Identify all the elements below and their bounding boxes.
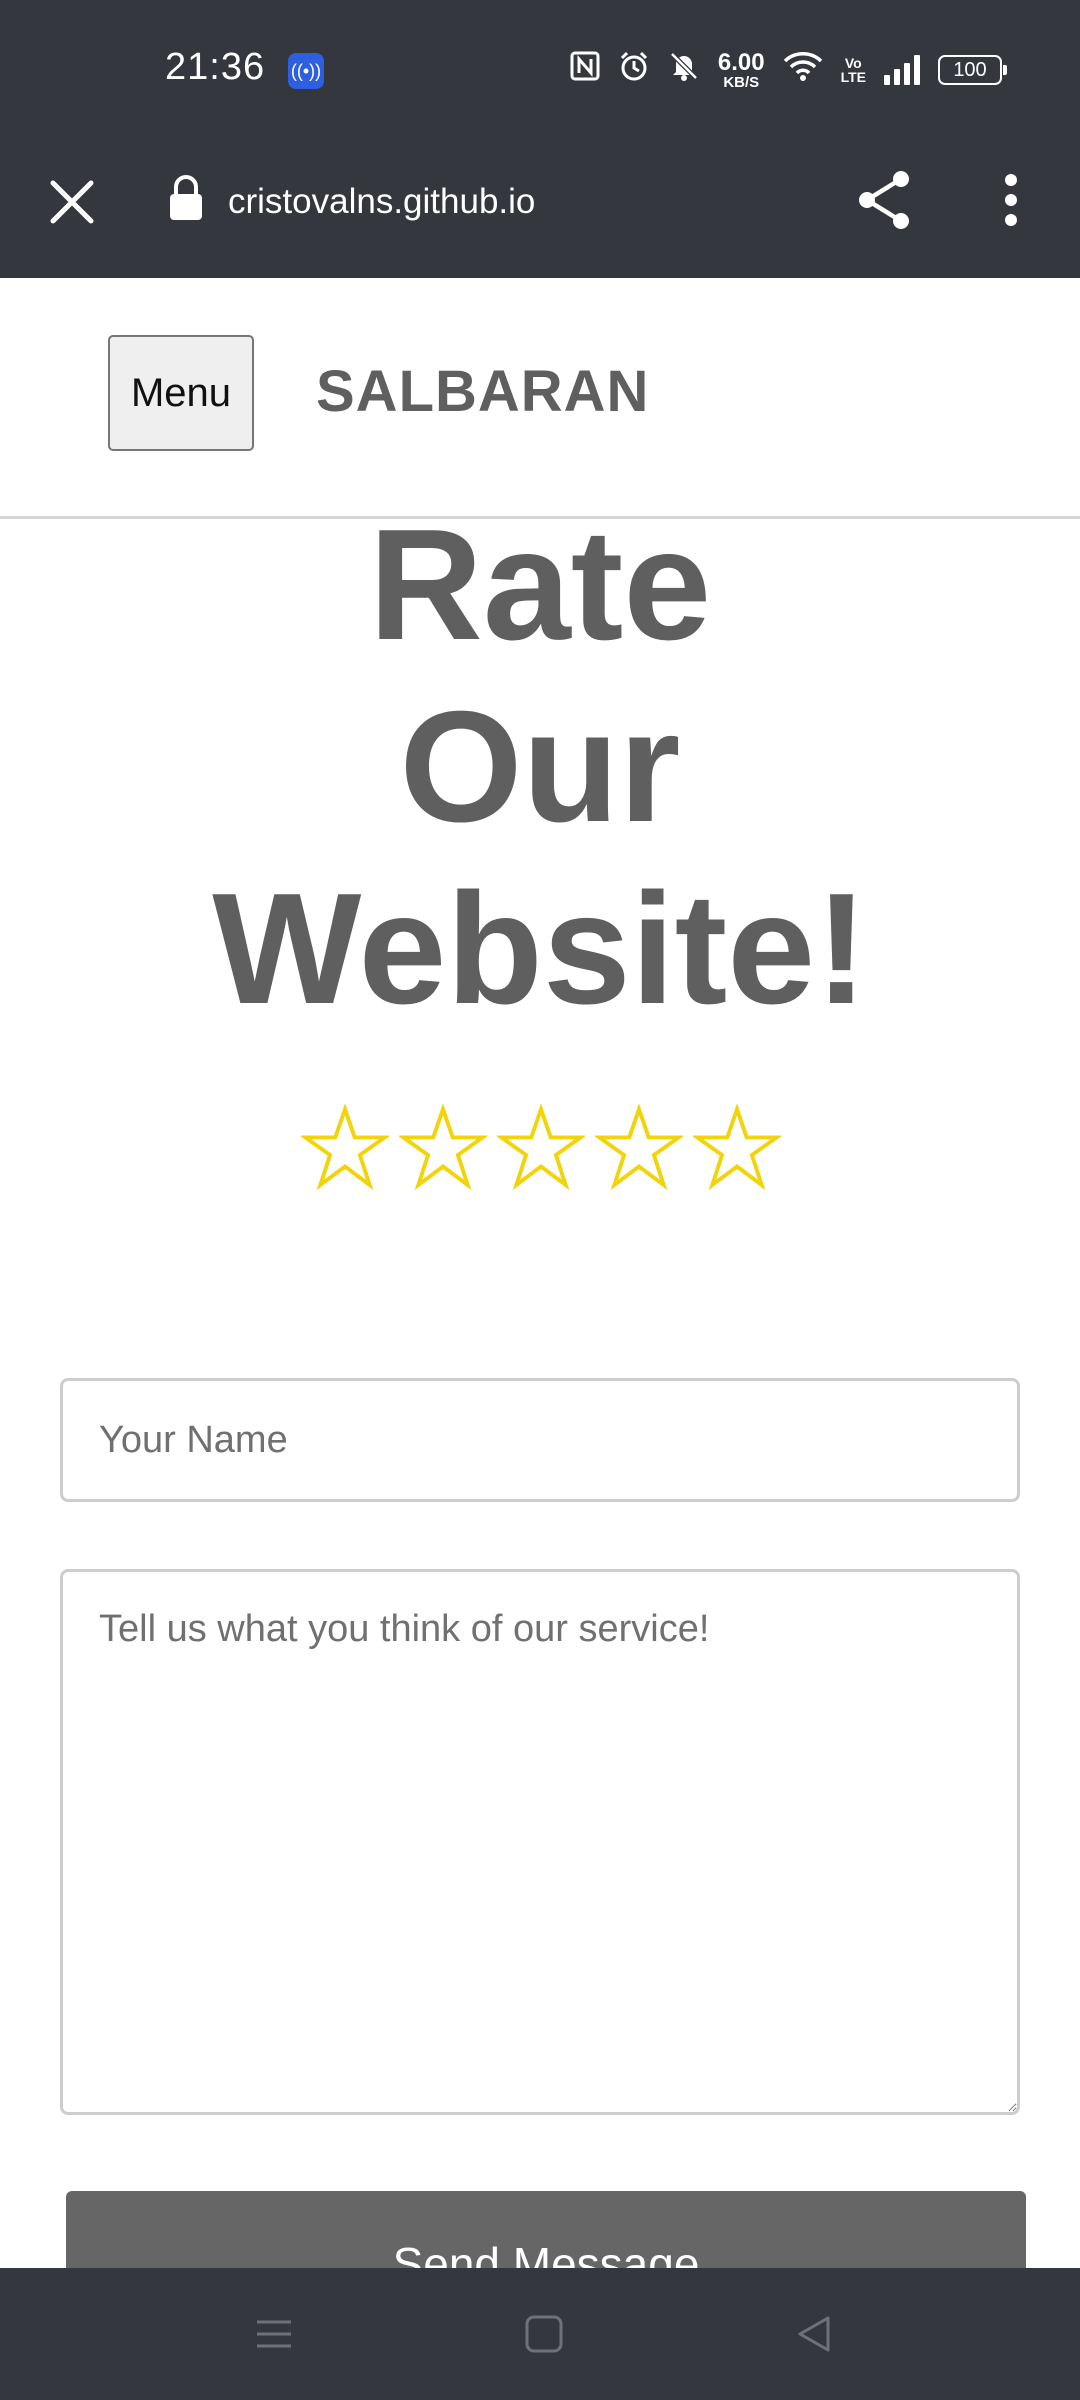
volte-bottom: LTE <box>840 69 866 85</box>
network-speed: 6.00 KB/S <box>717 48 765 91</box>
system-nav-bar <box>0 2268 1080 2400</box>
title-line-3: Website! <box>212 861 868 1037</box>
star-5-icon[interactable] <box>688 1099 786 1197</box>
alarm-icon <box>618 50 650 90</box>
menu-lines-icon[interactable] <box>244 2304 304 2364</box>
url-text[interactable]: cristovalns.github.io <box>228 170 535 234</box>
close-icon[interactable] <box>40 170 104 234</box>
message-textarea[interactable] <box>60 1569 1020 2115</box>
network-speed-unit: KB/S <box>723 73 760 91</box>
broadcast-icon: ((•)) <box>288 53 324 89</box>
network-speed-value: 6.00 <box>717 48 765 76</box>
browser-toolbar: cristovalns.github.io <box>0 140 1080 278</box>
title-line-1: Rate <box>368 497 712 673</box>
more-vertical-icon[interactable] <box>975 164 1047 236</box>
title-line-2: Our <box>399 679 681 855</box>
lock-icon <box>168 174 204 224</box>
status-time: 21:36 <box>165 46 266 88</box>
signal-icon <box>884 55 920 85</box>
brand-logo[interactable]: SALBARAN <box>316 358 649 425</box>
star-4-icon[interactable] <box>590 1099 688 1197</box>
status-icons: 6.00 KB/S Vo LTE 100 <box>570 46 1007 94</box>
page-title: Rate Our Website! <box>0 494 1080 1040</box>
nfc-icon <box>570 51 600 89</box>
site-header: Menu SALBARAN <box>0 278 1080 519</box>
star-3-icon[interactable] <box>492 1099 590 1197</box>
menu-button[interactable]: Menu <box>108 335 254 451</box>
wifi-icon <box>783 50 823 90</box>
status-bar: 21:36 ((•)) 6.00 KB/S Vo LTE 100 <box>0 0 1080 140</box>
volte-icon: Vo LTE <box>841 56 866 84</box>
star-rating <box>296 1099 786 1197</box>
back-triangle-icon[interactable] <box>784 2304 844 2364</box>
star-1-icon[interactable] <box>296 1099 394 1197</box>
battery-level: 100 <box>953 58 987 81</box>
mute-icon <box>668 50 700 90</box>
star-2-icon[interactable] <box>394 1099 492 1197</box>
home-square-icon[interactable] <box>514 2304 574 2364</box>
battery-icon: 100 <box>938 55 1007 85</box>
name-input[interactable] <box>60 1378 1020 1502</box>
share-icon[interactable] <box>848 164 920 236</box>
